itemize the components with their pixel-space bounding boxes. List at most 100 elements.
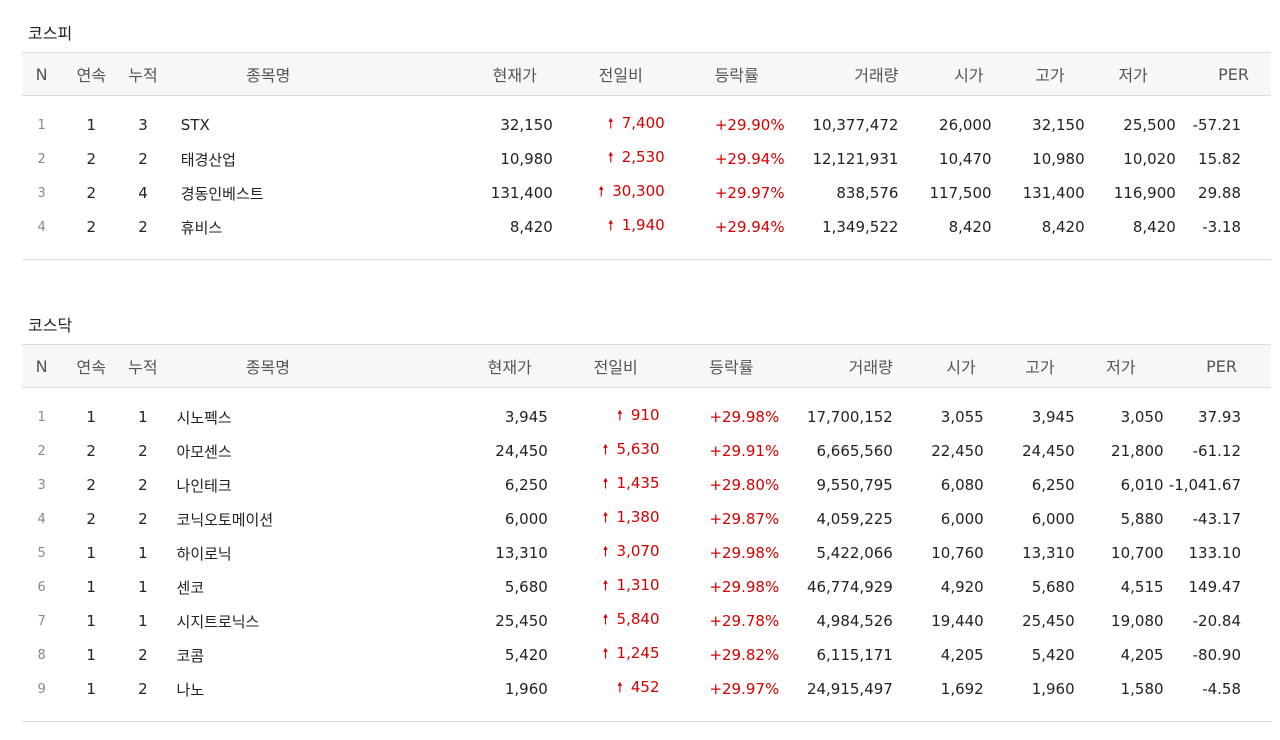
open: 1,692 <box>940 680 984 698</box>
open: 3,055 <box>940 408 984 426</box>
cumulative: 3 <box>138 116 148 134</box>
price: 3,945 <box>504 408 548 426</box>
change-value: 7,400 <box>621 114 665 132</box>
table-row: 1 1 3 STX 32,150 🠕 7,400 +29.90% 10,377,4… <box>22 108 1271 142</box>
col-header-per[interactable]: PER <box>1177 52 1271 96</box>
stock-name-link[interactable]: 나인테크 <box>165 468 372 502</box>
col-header-low[interactable]: 저가 <box>1084 52 1178 96</box>
stock-name-link[interactable]: 코닉오토메이션 <box>165 502 372 536</box>
up-arrow-icon: 🠕 <box>616 408 623 424</box>
price: 6,000 <box>504 510 548 528</box>
col-header-per[interactable]: PER <box>1165 344 1271 388</box>
change: 🠕 910 <box>548 400 664 434</box>
col-header-open[interactable]: 시가 <box>898 52 992 96</box>
stock-name-link[interactable]: 하이로닉 <box>165 536 372 570</box>
low: 8,420 <box>1132 218 1176 236</box>
rank: 5 <box>37 545 46 561</box>
change: 🠕 5,630 <box>548 434 664 468</box>
col-header-cumulative[interactable]: 누적 <box>121 344 165 388</box>
per: -1,041.67 <box>1168 476 1241 494</box>
price: 8,420 <box>509 218 553 236</box>
stock-name-link[interactable]: 센코 <box>165 570 372 604</box>
volume: 10,377,472 <box>812 116 899 134</box>
open: 10,470 <box>939 150 992 168</box>
up-arrow-icon: 🠕 <box>602 476 609 492</box>
col-header-name[interactable]: 종목명 <box>164 52 372 96</box>
stock-name-link[interactable]: 경동인베스트 <box>165 176 372 210</box>
up-arrow-icon: 🠕 <box>602 510 609 526</box>
change-value: 1,245 <box>616 644 660 662</box>
col-header-rate[interactable]: 등락률 <box>663 344 780 388</box>
per: -4.58 <box>1202 680 1241 698</box>
open: 22,450 <box>931 442 984 460</box>
volume: 4,059,225 <box>816 510 893 528</box>
up-arrow-icon: 🠕 <box>607 150 614 166</box>
stock-name-link[interactable]: 휴비스 <box>165 210 372 244</box>
cumulative: 1 <box>138 612 148 630</box>
col-header-high[interactable]: 고가 <box>991 52 1085 96</box>
per: -80.90 <box>1192 646 1241 664</box>
per: -43.17 <box>1192 510 1241 528</box>
up-arrow-icon: 🠕 <box>607 116 614 132</box>
low: 19,080 <box>1111 612 1164 630</box>
up-arrow-icon: 🠕 <box>602 544 609 560</box>
change-value: 1,310 <box>616 576 660 594</box>
change-value: 1,380 <box>616 508 660 526</box>
col-header-rate[interactable]: 등락률 <box>668 52 785 96</box>
volume: 4,984,526 <box>816 612 893 630</box>
per: -61.12 <box>1192 442 1241 460</box>
streak: 2 <box>86 184 97 202</box>
stock-name-link[interactable]: 코콤 <box>165 638 372 672</box>
stock-name-link[interactable]: 아모센스 <box>165 434 372 468</box>
open: 26,000 <box>939 116 992 134</box>
volume: 9,550,795 <box>816 476 893 494</box>
change: 🠕 2,530 <box>553 142 669 176</box>
stock-name-link[interactable]: 태경산업 <box>165 142 372 176</box>
col-header-name[interactable]: 종목명 <box>164 344 372 388</box>
streak: 2 <box>86 476 96 494</box>
kosdaq-table-body: 1 1 1 시노펙스 3,945 🠕 910 +29.98% 17,700,152… <box>22 388 1271 722</box>
change: 🠕 1,380 <box>548 502 664 536</box>
col-header-n[interactable]: N <box>22 52 62 96</box>
col-header-n[interactable]: N <box>22 344 62 388</box>
col-header-streak[interactable]: 연속 <box>61 344 122 388</box>
col-header-high[interactable]: 고가 <box>983 344 1075 388</box>
col-header-price[interactable]: 현재가 <box>371 52 553 96</box>
rank: 4 <box>37 511 46 527</box>
stock-name-link[interactable]: 나노 <box>165 672 372 706</box>
change-value: 452 <box>630 678 660 696</box>
open: 8,420 <box>948 218 992 236</box>
up-arrow-icon: 🠕 <box>602 612 609 628</box>
col-header-change[interactable]: 전일비 <box>547 344 664 388</box>
col-header-cumulative[interactable]: 누적 <box>121 52 165 96</box>
stock-name-link[interactable]: STX <box>165 108 372 142</box>
stock-name-link[interactable]: 시지트로닉스 <box>165 604 372 638</box>
table-row: 1 1 1 시노펙스 3,945 🠕 910 +29.98% 17,700,152… <box>22 400 1271 434</box>
cumulative: 1 <box>138 408 148 426</box>
per: 133.10 <box>1188 544 1242 562</box>
stock-name-link[interactable]: 시노펙스 <box>165 400 372 434</box>
table-row: 2 2 2 아모센스 24,450 🠕 5,630 +29.91% 6,665,5… <box>22 434 1271 468</box>
change-value: 30,300 <box>612 182 665 200</box>
per: 149.47 <box>1188 578 1242 596</box>
col-header-low[interactable]: 저가 <box>1074 344 1166 388</box>
change: 🠕 7,400 <box>553 108 669 142</box>
high: 25,450 <box>1022 612 1075 630</box>
col-header-price[interactable]: 현재가 <box>371 344 548 388</box>
col-header-streak[interactable]: 연속 <box>61 52 122 96</box>
rank: 2 <box>37 151 46 167</box>
section-title-kosdaq: 코스닥 <box>28 316 73 335</box>
volume: 6,115,171 <box>816 646 893 664</box>
col-header-open[interactable]: 시가 <box>892 344 984 388</box>
price: 6,250 <box>504 476 548 494</box>
per: 15.82 <box>1198 150 1241 168</box>
up-arrow-icon: 🠕 <box>602 578 609 594</box>
price: 25,450 <box>495 612 548 630</box>
rate: +29.78% <box>709 612 780 630</box>
col-header-volume[interactable]: 거래량 <box>779 344 893 388</box>
cumulative: 1 <box>138 578 148 596</box>
up-arrow-icon: 🠕 <box>607 218 614 234</box>
col-header-volume[interactable]: 거래량 <box>784 52 899 96</box>
kospi-section: 코스피 N 연속 누적 종목명 현재가 전일비 등락률 거래량 시가 고가 저가… <box>22 22 1271 260</box>
col-header-change[interactable]: 전일비 <box>552 52 669 96</box>
